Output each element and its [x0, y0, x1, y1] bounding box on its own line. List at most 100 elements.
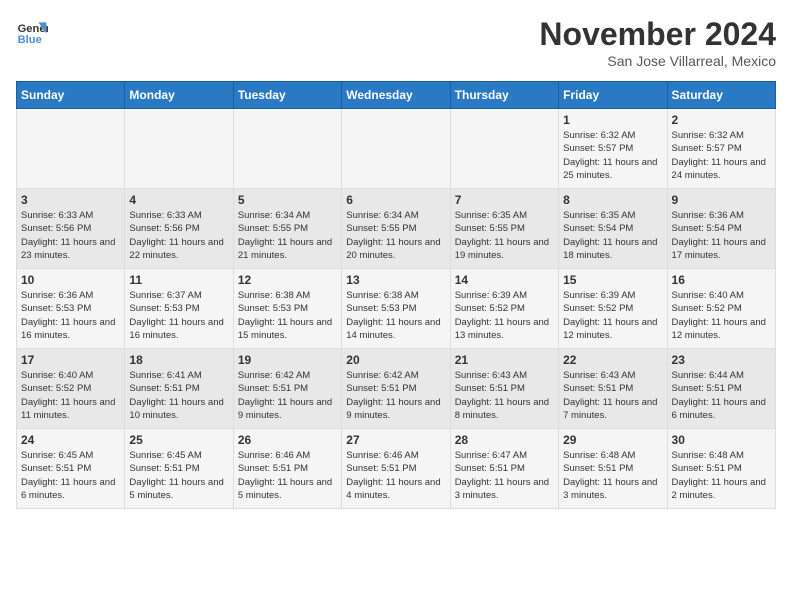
calendar-cell: 8 Sunrise: 6:35 AM Sunset: 5:54 PM Daylig… [559, 189, 667, 269]
calendar-cell: 1 Sunrise: 6:32 AM Sunset: 5:57 PM Daylig… [559, 109, 667, 189]
day-info: Sunrise: 6:38 AM Sunset: 5:53 PM Dayligh… [238, 289, 337, 342]
calendar-cell: 19 Sunrise: 6:42 AM Sunset: 5:51 PM Dayli… [233, 349, 341, 429]
day-info: Sunrise: 6:43 AM Sunset: 5:51 PM Dayligh… [563, 369, 662, 422]
calendar-cell: 16 Sunrise: 6:40 AM Sunset: 5:52 PM Dayli… [667, 269, 775, 349]
day-info: Sunrise: 6:33 AM Sunset: 5:56 PM Dayligh… [21, 209, 120, 262]
day-info: Sunrise: 6:40 AM Sunset: 5:52 PM Dayligh… [672, 289, 771, 342]
day-number: 3 [21, 193, 120, 207]
weekday-header-thursday: Thursday [450, 82, 558, 109]
day-number: 18 [129, 353, 228, 367]
calendar-cell: 3 Sunrise: 6:33 AM Sunset: 5:56 PM Daylig… [17, 189, 125, 269]
svg-text:Blue: Blue [18, 34, 42, 46]
day-info: Sunrise: 6:39 AM Sunset: 5:52 PM Dayligh… [455, 289, 554, 342]
day-info: Sunrise: 6:34 AM Sunset: 5:55 PM Dayligh… [238, 209, 337, 262]
calendar-cell [450, 109, 558, 189]
day-info: Sunrise: 6:47 AM Sunset: 5:51 PM Dayligh… [455, 449, 554, 502]
calendar-cell: 28 Sunrise: 6:47 AM Sunset: 5:51 PM Dayli… [450, 429, 558, 509]
calendar-week-2: 10 Sunrise: 6:36 AM Sunset: 5:53 PM Dayli… [17, 269, 776, 349]
calendar-cell: 18 Sunrise: 6:41 AM Sunset: 5:51 PM Dayli… [125, 349, 233, 429]
day-number: 28 [455, 433, 554, 447]
day-number: 29 [563, 433, 662, 447]
calendar-cell: 7 Sunrise: 6:35 AM Sunset: 5:55 PM Daylig… [450, 189, 558, 269]
calendar-cell: 12 Sunrise: 6:38 AM Sunset: 5:53 PM Dayli… [233, 269, 341, 349]
calendar-cell: 26 Sunrise: 6:46 AM Sunset: 5:51 PM Dayli… [233, 429, 341, 509]
title-area: November 2024 San Jose Villarreal, Mexic… [539, 16, 776, 69]
calendar-cell: 2 Sunrise: 6:32 AM Sunset: 5:57 PM Daylig… [667, 109, 775, 189]
day-info: Sunrise: 6:39 AM Sunset: 5:52 PM Dayligh… [563, 289, 662, 342]
day-info: Sunrise: 6:44 AM Sunset: 5:51 PM Dayligh… [672, 369, 771, 422]
day-number: 15 [563, 273, 662, 287]
calendar-week-4: 24 Sunrise: 6:45 AM Sunset: 5:51 PM Dayli… [17, 429, 776, 509]
calendar-cell: 20 Sunrise: 6:42 AM Sunset: 5:51 PM Dayli… [342, 349, 450, 429]
calendar-cell [17, 109, 125, 189]
day-info: Sunrise: 6:34 AM Sunset: 5:55 PM Dayligh… [346, 209, 445, 262]
day-info: Sunrise: 6:40 AM Sunset: 5:52 PM Dayligh… [21, 369, 120, 422]
day-number: 19 [238, 353, 337, 367]
day-number: 1 [563, 113, 662, 127]
day-number: 14 [455, 273, 554, 287]
calendar-cell: 5 Sunrise: 6:34 AM Sunset: 5:55 PM Daylig… [233, 189, 341, 269]
day-number: 27 [346, 433, 445, 447]
day-number: 16 [672, 273, 771, 287]
weekday-header-wednesday: Wednesday [342, 82, 450, 109]
day-info: Sunrise: 6:42 AM Sunset: 5:51 PM Dayligh… [238, 369, 337, 422]
day-info: Sunrise: 6:45 AM Sunset: 5:51 PM Dayligh… [129, 449, 228, 502]
day-number: 13 [346, 273, 445, 287]
calendar-cell: 11 Sunrise: 6:37 AM Sunset: 5:53 PM Dayli… [125, 269, 233, 349]
weekday-header-saturday: Saturday [667, 82, 775, 109]
calendar-week-3: 17 Sunrise: 6:40 AM Sunset: 5:52 PM Dayli… [17, 349, 776, 429]
day-number: 9 [672, 193, 771, 207]
day-number: 24 [21, 433, 120, 447]
day-info: Sunrise: 6:43 AM Sunset: 5:51 PM Dayligh… [455, 369, 554, 422]
day-info: Sunrise: 6:46 AM Sunset: 5:51 PM Dayligh… [238, 449, 337, 502]
calendar-cell: 30Sunrise: 6:48 AM Sunset: 5:51 PM Dayli… [667, 429, 775, 509]
day-number: 6 [346, 193, 445, 207]
calendar-cell: 29Sunrise: 6:48 AM Sunset: 5:51 PM Dayli… [559, 429, 667, 509]
day-number: 5 [238, 193, 337, 207]
day-info: Sunrise: 6:36 AM Sunset: 5:53 PM Dayligh… [21, 289, 120, 342]
day-number: 8 [563, 193, 662, 207]
calendar-cell: 21Sunrise: 6:43 AM Sunset: 5:51 PM Dayli… [450, 349, 558, 429]
day-number: 10 [21, 273, 120, 287]
calendar-cell: 14 Sunrise: 6:39 AM Sunset: 5:52 PM Dayli… [450, 269, 558, 349]
calendar-cell: 9 Sunrise: 6:36 AM Sunset: 5:54 PM Daylig… [667, 189, 775, 269]
day-number: 26 [238, 433, 337, 447]
day-info: Sunrise: 6:42 AM Sunset: 5:51 PM Dayligh… [346, 369, 445, 422]
day-number: 2 [672, 113, 771, 127]
day-number: 4 [129, 193, 228, 207]
weekday-header-sunday: Sunday [17, 82, 125, 109]
calendar-cell: 24Sunrise: 6:45 AM Sunset: 5:51 PM Dayli… [17, 429, 125, 509]
day-info: Sunrise: 6:32 AM Sunset: 5:57 PM Dayligh… [563, 129, 662, 182]
calendar-cell: 22 Sunrise: 6:43 AM Sunset: 5:51 PM Dayli… [559, 349, 667, 429]
day-number: 23 [672, 353, 771, 367]
day-info: Sunrise: 6:36 AM Sunset: 5:54 PM Dayligh… [672, 209, 771, 262]
day-info: Sunrise: 6:38 AM Sunset: 5:53 PM Dayligh… [346, 289, 445, 342]
day-info: Sunrise: 6:35 AM Sunset: 5:54 PM Dayligh… [563, 209, 662, 262]
day-info: Sunrise: 6:41 AM Sunset: 5:51 PM Dayligh… [129, 369, 228, 422]
calendar-cell [233, 109, 341, 189]
day-number: 22 [563, 353, 662, 367]
day-number: 17 [21, 353, 120, 367]
calendar-cell: 13 Sunrise: 6:38 AM Sunset: 5:53 PM Dayli… [342, 269, 450, 349]
day-number: 30 [672, 433, 771, 447]
calendar-cell: 10 Sunrise: 6:36 AM Sunset: 5:53 PM Dayli… [17, 269, 125, 349]
day-number: 20 [346, 353, 445, 367]
calendar-cell [125, 109, 233, 189]
header: General Blue November 2024 San Jose Vill… [16, 16, 776, 69]
calendar-cell: 25Sunrise: 6:45 AM Sunset: 5:51 PM Dayli… [125, 429, 233, 509]
weekday-header-monday: Monday [125, 82, 233, 109]
logo: General Blue [16, 16, 50, 48]
weekday-header-tuesday: Tuesday [233, 82, 341, 109]
calendar-cell: 27Sunrise: 6:46 AM Sunset: 5:51 PM Dayli… [342, 429, 450, 509]
day-info: Sunrise: 6:32 AM Sunset: 5:57 PM Dayligh… [672, 129, 771, 182]
weekday-header-friday: Friday [559, 82, 667, 109]
day-info: Sunrise: 6:35 AM Sunset: 5:55 PM Dayligh… [455, 209, 554, 262]
day-number: 11 [129, 273, 228, 287]
month-title: November 2024 [539, 16, 776, 53]
day-number: 12 [238, 273, 337, 287]
day-info: Sunrise: 6:37 AM Sunset: 5:53 PM Dayligh… [129, 289, 228, 342]
calendar-cell: 15 Sunrise: 6:39 AM Sunset: 5:52 PM Dayli… [559, 269, 667, 349]
location-subtitle: San Jose Villarreal, Mexico [539, 53, 776, 69]
day-number: 7 [455, 193, 554, 207]
calendar-cell: 6 Sunrise: 6:34 AM Sunset: 5:55 PM Daylig… [342, 189, 450, 269]
